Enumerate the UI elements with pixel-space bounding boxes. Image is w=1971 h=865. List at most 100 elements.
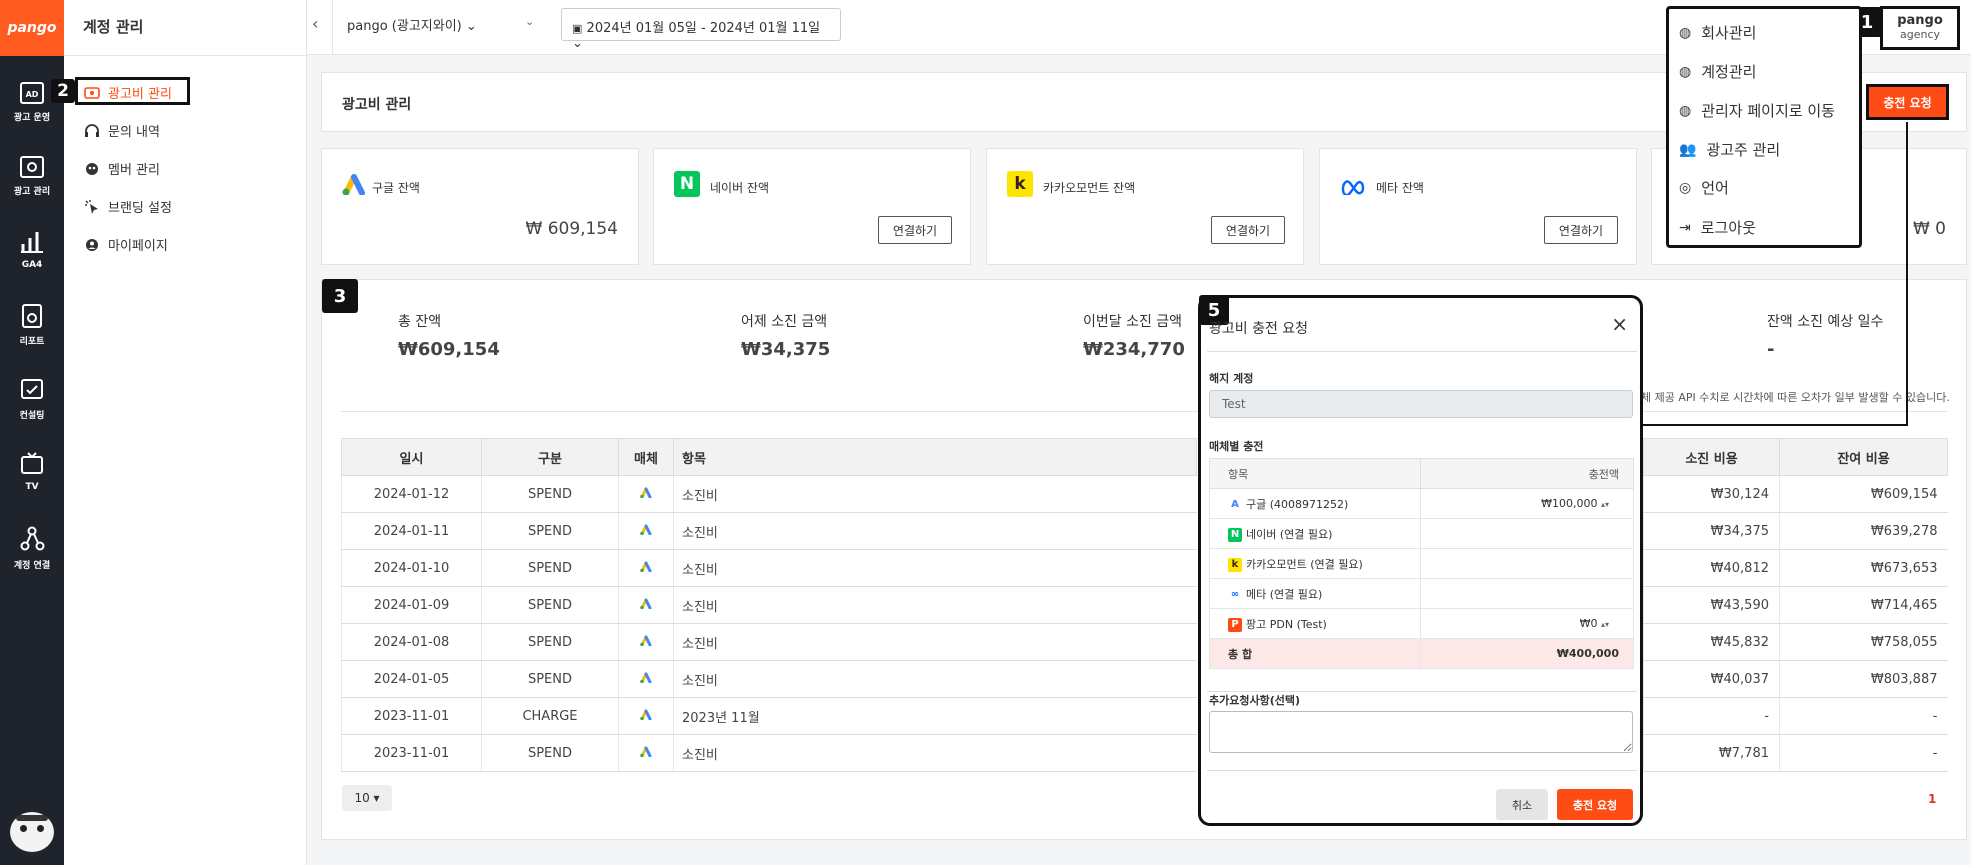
ad-icon: AD [20, 82, 44, 104]
people-icon [86, 162, 98, 175]
table-row: 2024-01-10 SPEND 소진비 [341, 549, 1197, 587]
user-menu-button[interactable]: pango agency [1880, 6, 1960, 50]
cell-media [618, 734, 674, 772]
menu-item-advertiser[interactable]: 👥 광고주 관리 [1679, 139, 1780, 160]
consulting-icon [21, 379, 43, 399]
col-media: 매체 [618, 438, 674, 476]
google-ads-icon [640, 598, 652, 613]
table-row: ₩34,375 ₩639,278 [1643, 512, 1948, 550]
sidebar-item-mypage[interactable]: 마이페이지 [84, 235, 168, 254]
menu-item-logout[interactable]: ⇥ 로그아웃 [1679, 217, 1756, 238]
connector-line [1643, 424, 1908, 426]
media-row: ∞ 메타 (연결 필요) [1209, 578, 1634, 609]
table-row: 2024-01-09 SPEND 소진비 [341, 586, 1197, 624]
stat-yesterday-label: 어제 소진 금액 [741, 314, 828, 330]
amount-input[interactable]: ₩0 ▴▾ [1420, 608, 1634, 639]
menu-item-account[interactable]: ◍ 계정관리 [1679, 61, 1756, 82]
account-selector[interactable]: pango (광고지와이) ⌄ [347, 15, 477, 34]
balance-value: ₩ 609,154 [525, 219, 618, 239]
cell-media [618, 512, 674, 550]
cell-remain: ₩639,278 [1779, 512, 1948, 550]
page-size-select[interactable]: 10 ▾ [342, 785, 392, 811]
globe-icon: ◎ [1679, 179, 1692, 196]
stepper-icon[interactable]: ▴▾ [1601, 500, 1609, 509]
col-remain: 잔여 비용 [1779, 438, 1948, 476]
rail-ad-manage[interactable]: 광고 관리 [0, 156, 64, 218]
cell-date: 2023-11-01 [341, 734, 482, 772]
report-icon [22, 304, 42, 328]
cell-type: SPEND [481, 512, 619, 550]
media-charge-table: 항목 충전액 A 구글 (4008971252) ₩100,000 ▴▾ N 네이버 (… [1209, 458, 1634, 669]
cell-type: SPEND [481, 623, 619, 661]
cell-remain: - [1779, 697, 1948, 735]
cell-item: 2023년 11월 [673, 697, 1197, 735]
cell-item: 소진비 [673, 734, 1197, 772]
cell-spend: ₩43,590 [1643, 586, 1780, 624]
extra-request-textarea[interactable] [1209, 711, 1633, 753]
user-dropdown-menu: ◍ 회사관리 ◍ 계정관리 ◍ 관리자 페이지로 이동 👥 광고주 관리 ◎ 언어 ⇥ 로그… [1666, 6, 1862, 248]
cell-spend: ₩40,037 [1643, 660, 1780, 698]
google-ads-icon [640, 709, 652, 724]
bar-chart-icon [21, 232, 43, 253]
cell-remain: ₩758,055 [1779, 623, 1948, 661]
svg-text:AD: AD [26, 90, 39, 99]
cell-remain: - [1779, 734, 1948, 772]
stat-month-label: 이번달 소진 금액 [1083, 314, 1183, 330]
cell-item: 소진비 [673, 660, 1197, 698]
rail-consulting[interactable]: 컨설팅 [0, 378, 64, 440]
kakao-icon: k [1007, 171, 1033, 197]
chevron-down-icon[interactable]: ⌄ [525, 15, 534, 28]
table-row: 2024-01-08 SPEND 소진비 [341, 623, 1197, 661]
rail-ga4[interactable]: GA4 [0, 230, 64, 292]
cell-type: SPEND [481, 549, 619, 587]
tv-icon [21, 452, 43, 474]
charge-request-button[interactable]: 충전 요청 [1866, 84, 1949, 120]
connect-naver-button[interactable]: 연결하기 [878, 216, 952, 244]
sidebar-item-branding[interactable]: 브랜딩 설정 [84, 197, 172, 216]
cell-spend: ₩34,375 [1643, 512, 1780, 550]
balance-card-google: 구글 잔액 ₩ 609,154 [321, 148, 639, 265]
col-spend: 소진 비용 [1643, 438, 1780, 476]
click-icon [85, 199, 98, 214]
stat-total-value: ₩609,154 [398, 339, 500, 360]
cell-date: 2024-01-10 [341, 549, 482, 587]
date-range-picker[interactable]: ▣ 2024년 01월 05일 - 2024년 01월 11일 ⌄ [561, 8, 841, 51]
submit-charge-button[interactable]: 충전 요청 [1557, 789, 1633, 820]
table-row: ₩7,781- [1643, 734, 1948, 772]
extra-request-label: 추가요청사항(선택) [1209, 694, 1301, 707]
close-icon[interactable]: × [1611, 312, 1628, 336]
cell-spend: ₩45,832 [1643, 623, 1780, 661]
rail-report[interactable]: 리포트 [0, 304, 64, 366]
menu-item-language[interactable]: ◎ 언어 [1679, 177, 1729, 198]
table-row: 2024-01-05 SPEND 소진비 [341, 660, 1197, 698]
cell-spend: ₩7,781 [1643, 734, 1780, 772]
brand-logo[interactable]: pango [0, 0, 64, 56]
mascot-avatar[interactable] [10, 812, 54, 852]
connect-kakao-button[interactable]: 연결하기 [1211, 216, 1285, 244]
amount-input [1420, 518, 1634, 549]
cancel-button[interactable]: 취소 [1496, 789, 1548, 820]
user-name: pango [1897, 13, 1943, 28]
google-ads-icon [640, 746, 652, 761]
sidebar-item-members[interactable]: 멤버 관리 [84, 159, 160, 178]
page-number-1[interactable]: 1 [1928, 792, 1936, 806]
rail-tv[interactable]: TV [0, 452, 64, 514]
connect-meta-button[interactable]: 연결하기 [1544, 216, 1618, 244]
balance-card-meta: 메타 잔액 연결하기 [1319, 148, 1637, 265]
menu-item-admin[interactable]: ◍ 관리자 페이지로 이동 [1679, 100, 1835, 121]
amount-input [1420, 578, 1634, 609]
cell-date: 2024-01-11 [341, 512, 482, 550]
cell-remain: ₩609,154 [1779, 475, 1948, 513]
amount-input[interactable]: ₩100,000 ▴▾ [1420, 488, 1634, 519]
stepper-icon[interactable]: ▴▾ [1601, 620, 1609, 629]
collapse-sidebar-icon[interactable]: ‹ [312, 14, 318, 33]
rail-account-link[interactable]: 계정 연결 [0, 526, 64, 588]
menu-item-company[interactable]: ◍ 회사관리 [1679, 22, 1756, 43]
headset-icon [85, 123, 99, 137]
table-row: ₩30,124 ₩609,154 [1643, 475, 1948, 513]
account-label: 해지 계정 [1209, 372, 1254, 385]
account-icon: ◍ [1679, 63, 1692, 80]
col-date: 일시 [341, 438, 482, 476]
sidebar-item-inquiry[interactable]: 문의 내역 [84, 121, 160, 140]
meta-icon [1341, 180, 1365, 195]
